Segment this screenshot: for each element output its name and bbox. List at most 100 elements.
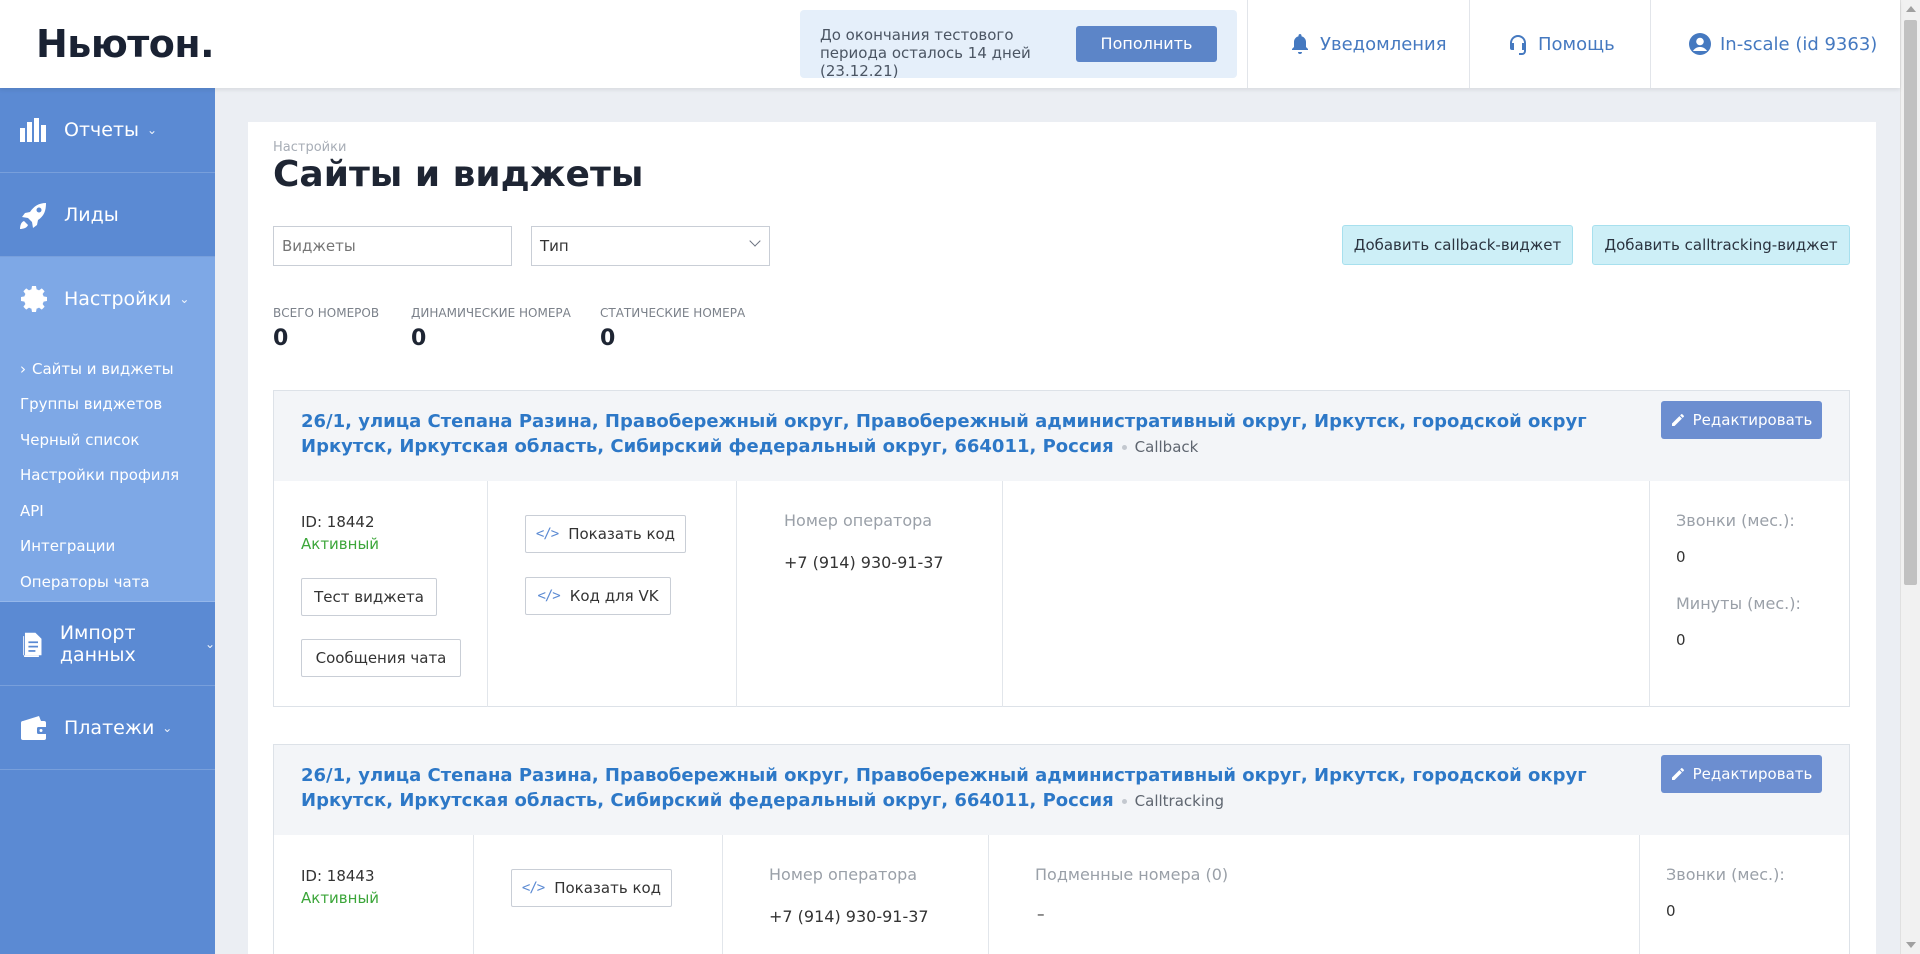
widget-address[interactable]: 26/1, улица Степана Разина, Правобережны… bbox=[301, 765, 1587, 811]
add-callback-button[interactable]: Добавить callback-виджет bbox=[1342, 225, 1573, 265]
sidebar-item-sites-widgets[interactable]: Сайты и виджеты bbox=[20, 360, 174, 378]
edit-widget-button[interactable]: Редактировать bbox=[1661, 755, 1822, 793]
sidebar-import-label: Импорт данных bbox=[59, 622, 136, 666]
chat-messages-button[interactable]: Сообщения чата bbox=[301, 639, 461, 677]
sidebar-reports-label: Отчеты bbox=[64, 119, 140, 141]
operator-label: Номер оператора bbox=[784, 511, 933, 530]
widget-card: 26/1, улица Степана Разина, Правобережны… bbox=[273, 744, 1850, 954]
code-icon: </> bbox=[535, 526, 559, 542]
trial-banner: До окончания тестового периода осталось … bbox=[800, 10, 1237, 80]
widget-card: 26/1, улица Степана Разина, Правобережны… bbox=[273, 390, 1850, 707]
chat-messages-label: Сообщения чата bbox=[315, 649, 447, 667]
pencil-icon bbox=[1671, 767, 1684, 780]
widget-card-header: 26/1, улица Степана Разина, Правобережны… bbox=[274, 391, 1849, 481]
sidebar-item-profile-settings[interactable]: Настройки профиля bbox=[20, 466, 179, 484]
type-select-value: Тип bbox=[540, 237, 569, 255]
calls-label: Звонки (мес.): bbox=[1676, 511, 1795, 530]
code-icon: </> bbox=[537, 588, 560, 604]
minutes-value: 0 bbox=[1676, 631, 1686, 649]
chevron-down-icon: ⌄ bbox=[147, 123, 158, 137]
column-divider bbox=[1639, 835, 1640, 954]
top-header: Ньютон. До окончания тестового периода о… bbox=[0, 0, 1900, 88]
account-label: In-scale (id 9363) bbox=[1720, 33, 1878, 55]
sidebar-item-integrations[interactable]: Интеграции bbox=[20, 537, 115, 555]
sidebar-settings-head[interactable]: Настройки ⌄ bbox=[0, 257, 215, 341]
trial-text: До окончания тестового периода осталось … bbox=[820, 26, 1031, 80]
operator-phone: +7 (914) 930-91-37 bbox=[784, 553, 944, 572]
stat-static: Статические номера 0 bbox=[600, 306, 745, 351]
sidebar-import[interactable]: Импорт данных ⌄ bbox=[0, 602, 215, 686]
calls-label: Звонки (мес.): bbox=[1666, 865, 1785, 884]
sidebar: Отчеты ⌄ Лиды Настройки ⌄ Сайты и виджет… bbox=[0, 88, 215, 954]
vk-code-label: Код для VK bbox=[569, 587, 659, 605]
logo[interactable]: Ньютон. bbox=[36, 22, 215, 66]
operator-phone: +7 (914) 930-91-37 bbox=[769, 907, 929, 926]
help-link[interactable]: Помощь bbox=[1506, 28, 1615, 60]
test-widget-button[interactable]: Тест виджета bbox=[301, 578, 437, 616]
scroll-down-icon[interactable] bbox=[1906, 942, 1916, 948]
scroll-up-icon[interactable] bbox=[1906, 6, 1916, 12]
widget-address[interactable]: 26/1, улица Степана Разина, Правобережны… bbox=[301, 411, 1587, 457]
substitute-numbers-label: Подменные номера (0) bbox=[1035, 865, 1229, 884]
separator-dot bbox=[1121, 444, 1127, 450]
stat-label: Всего номеров bbox=[273, 306, 380, 320]
help-label: Помощь bbox=[1538, 33, 1615, 55]
code-icon: </> bbox=[521, 880, 545, 896]
show-code-button[interactable]: </> Показать код bbox=[511, 869, 672, 907]
wallet-icon bbox=[21, 716, 47, 740]
page-scrollbar[interactable] bbox=[1900, 0, 1920, 954]
sidebar-item-api[interactable]: API bbox=[20, 502, 44, 520]
substitute-numbers-value: – bbox=[1037, 905, 1045, 923]
widget-status: Активный bbox=[301, 535, 380, 553]
chevron-down-icon bbox=[749, 235, 761, 247]
sidebar-payments[interactable]: Платежи ⌄ bbox=[0, 686, 215, 770]
sidebar-item-widget-groups[interactable]: Группы виджетов bbox=[20, 395, 162, 413]
sidebar-item-chat-operators[interactable]: Операторы чата bbox=[20, 573, 150, 591]
notifications-link[interactable]: Уведомления bbox=[1288, 28, 1447, 60]
bar-chart-icon bbox=[20, 118, 46, 142]
show-code-label: Показать код bbox=[554, 879, 662, 897]
widget-status: Активный bbox=[301, 889, 380, 907]
sidebar-leads-label: Лиды bbox=[64, 204, 119, 226]
sidebar-item-blacklist[interactable]: Черный список bbox=[20, 431, 140, 449]
scrollbar-thumb[interactable] bbox=[1904, 20, 1917, 585]
column-divider bbox=[487, 481, 488, 707]
show-code-label: Показать код bbox=[568, 525, 676, 543]
gear-icon bbox=[21, 286, 47, 312]
account-link[interactable]: In-scale (id 9363) bbox=[1688, 28, 1877, 60]
widget-id: ID: 18442 bbox=[301, 513, 375, 531]
bell-icon bbox=[1292, 34, 1308, 54]
edit-widget-button[interactable]: Редактировать bbox=[1661, 401, 1822, 439]
vk-code-button[interactable]: </> Код для VK bbox=[525, 577, 671, 615]
chevron-down-icon: ⌄ bbox=[204, 637, 215, 651]
topup-button[interactable]: Пополнить bbox=[1076, 26, 1217, 62]
header-divider bbox=[1247, 0, 1248, 88]
notifications-label: Уведомления bbox=[1320, 33, 1447, 55]
header-divider bbox=[1469, 0, 1470, 88]
widget-title[interactable]: 26/1, улица Степана Разина, Правобережны… bbox=[301, 409, 1641, 460]
headset-icon bbox=[1510, 35, 1526, 55]
column-divider bbox=[988, 835, 989, 954]
sidebar-reports[interactable]: Отчеты ⌄ bbox=[0, 88, 215, 173]
breadcrumb[interactable]: Настройки bbox=[273, 140, 346, 155]
type-select[interactable]: Тип bbox=[531, 226, 770, 266]
stat-dynamic: Динамические номера 0 bbox=[411, 306, 571, 351]
sidebar-settings: Настройки ⌄ Сайты и виджеты Группы видже… bbox=[0, 257, 215, 602]
edit-widget-label: Редактировать bbox=[1692, 411, 1813, 429]
column-divider bbox=[736, 481, 737, 707]
column-divider bbox=[722, 835, 723, 954]
sidebar-leads[interactable]: Лиды bbox=[0, 173, 215, 257]
calls-value: 0 bbox=[1666, 902, 1676, 920]
show-code-button[interactable]: </> Показать код bbox=[525, 515, 686, 553]
widget-search-input[interactable] bbox=[273, 226, 512, 266]
user-icon bbox=[1689, 33, 1711, 55]
stat-label: Динамические номера bbox=[411, 306, 571, 320]
widget-title[interactable]: 26/1, улица Степана Разина, Правобережны… bbox=[301, 763, 1641, 814]
pencil-icon bbox=[1671, 413, 1684, 426]
chevron-down-icon: ⌄ bbox=[179, 292, 190, 306]
edit-widget-label: Редактировать bbox=[1692, 765, 1813, 783]
add-calltracking-button[interactable]: Добавить calltracking-виджет bbox=[1592, 225, 1850, 265]
sidebar-settings-label: Настройки bbox=[64, 288, 172, 310]
stat-value: 0 bbox=[273, 326, 289, 351]
page-title: Сайты и виджеты bbox=[273, 154, 644, 195]
